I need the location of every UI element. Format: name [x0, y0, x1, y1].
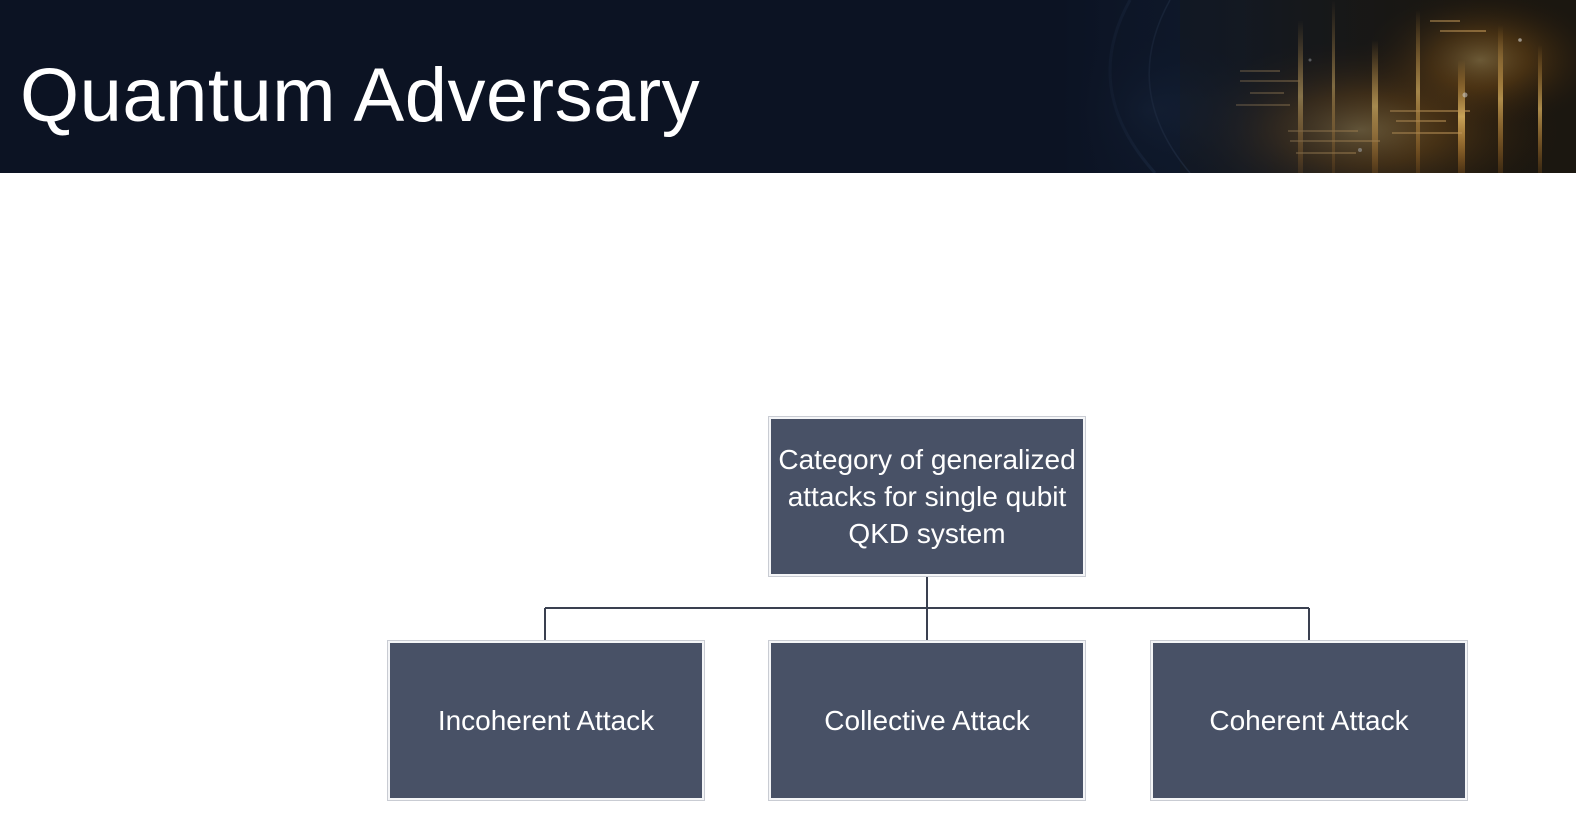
header-band: Quantum Adversary [0, 0, 1576, 173]
child-node-label: Collective Attack [824, 705, 1030, 736]
child-node-coherent-attack: Coherent Attack [1150, 640, 1468, 801]
child-node-label: Coherent Attack [1209, 705, 1409, 736]
child-node-label: Incoherent Attack [437, 705, 655, 736]
root-node-label: Category of generalized attacks for sing… [778, 444, 1076, 549]
child-node-incoherent-attack: Incoherent Attack [387, 640, 705, 801]
root-node-attack-category: Category of generalized attacks for sing… [768, 416, 1086, 577]
slide-title: Quantum Adversary [20, 53, 701, 138]
header-decorative-image [1060, 0, 1576, 173]
child-node-collective-attack: Collective Attack [768, 640, 1086, 801]
